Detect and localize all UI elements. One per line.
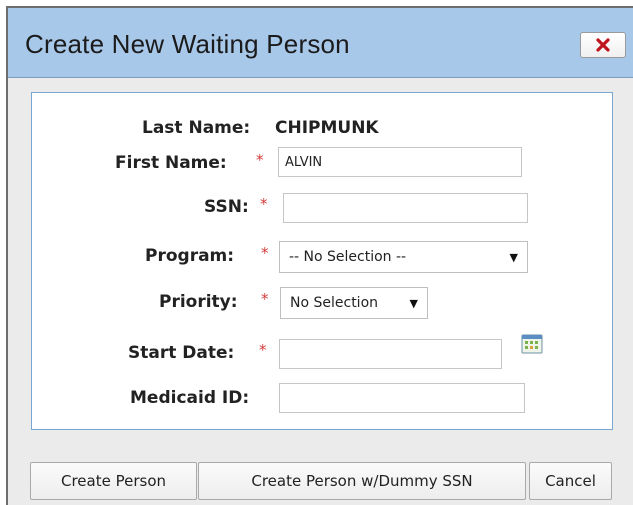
ssn-required-mark: * — [260, 195, 268, 213]
first-name-required-mark: * — [256, 151, 264, 169]
priority-selected-value: No Selection — [290, 295, 379, 311]
medicaid-id-label: Medicaid ID: — [130, 388, 250, 408]
program-required-mark: * — [261, 244, 269, 262]
start-date-field[interactable] — [279, 339, 502, 369]
last-name-value: CHIPMUNK — [275, 118, 379, 138]
program-label: Program: — [145, 246, 235, 266]
ssn-field[interactable] — [283, 193, 528, 223]
program-select[interactable]: -- No Selection -- ▼ — [279, 241, 528, 273]
dialog-titlebar: Create New Waiting Person — [8, 8, 633, 78]
first-name-label: First Name: — [115, 153, 227, 173]
create-person-button[interactable]: Create Person — [30, 462, 197, 500]
priority-required-mark: * — [261, 290, 269, 308]
create-person-dummy-ssn-button[interactable]: Create Person w/Dummy SSN — [198, 462, 526, 500]
cancel-button[interactable]: Cancel — [529, 462, 612, 500]
program-dropdown-arrow-icon: ▼ — [509, 251, 518, 264]
close-x-icon — [596, 38, 610, 52]
close-button[interactable] — [580, 32, 626, 58]
create-waiting-person-dialog: Create New Waiting Person Last Name: CHI… — [6, 6, 633, 505]
last-name-label: Last Name: — [142, 118, 251, 138]
program-selected-value: -- No Selection -- — [289, 249, 407, 265]
calendar-icon[interactable] — [521, 334, 543, 354]
priority-label: Priority: — [159, 292, 238, 312]
priority-select[interactable]: No Selection ▼ — [280, 287, 428, 319]
medicaid-id-field[interactable] — [279, 383, 525, 413]
dialog-title: Create New Waiting Person — [25, 29, 350, 59]
person-form-panel: Last Name: CHIPMUNK First Name: * SSN: *… — [31, 92, 613, 430]
ssn-label: SSN: — [204, 197, 249, 217]
priority-dropdown-arrow-icon: ▼ — [409, 297, 418, 310]
start-date-required-mark: * — [259, 341, 267, 359]
first-name-field[interactable] — [278, 147, 522, 177]
start-date-label: Start Date: — [128, 343, 235, 363]
